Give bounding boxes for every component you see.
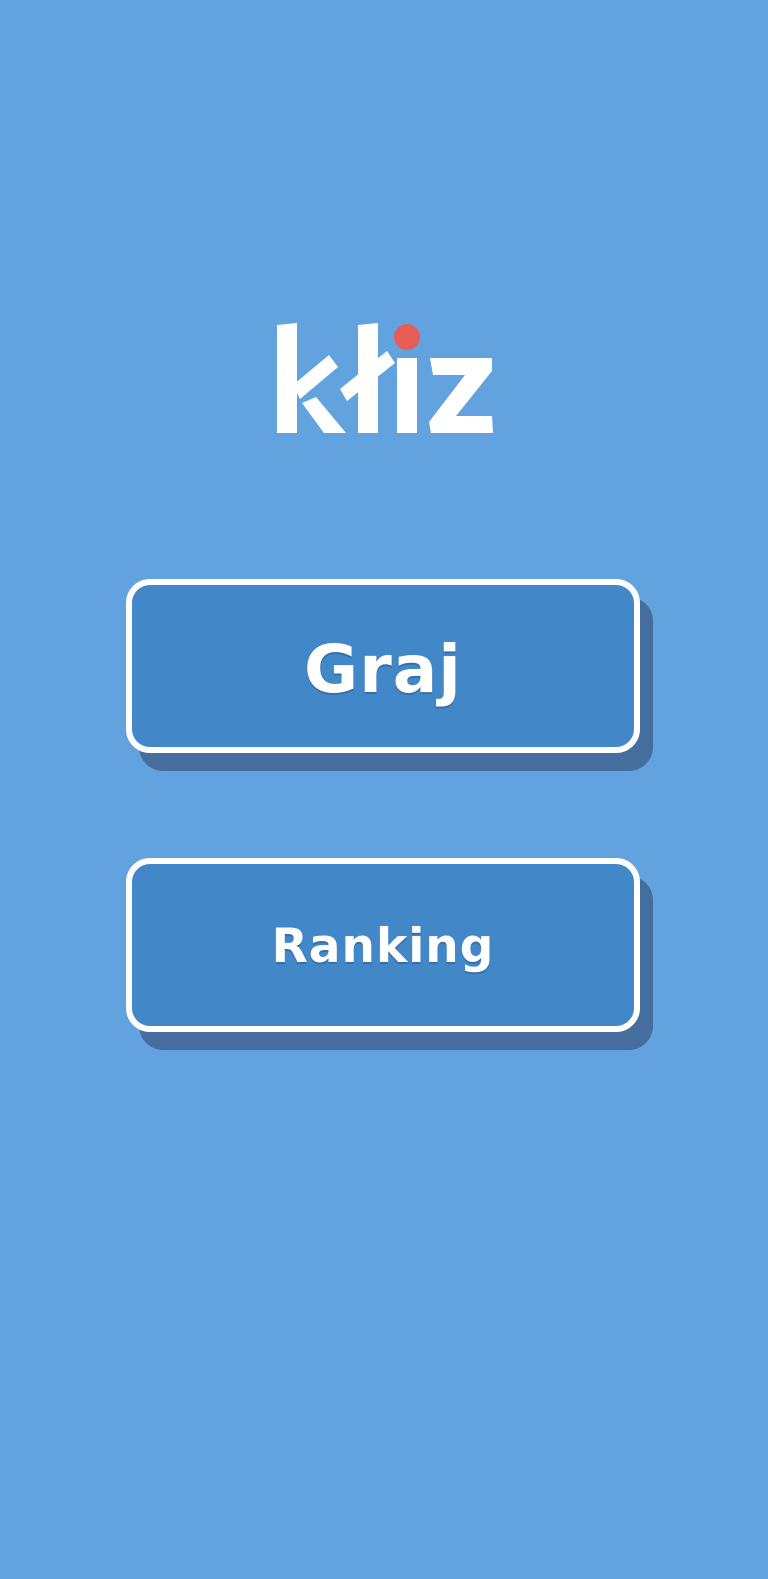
- play-button-label: Graj: [304, 631, 462, 708]
- logo-graphic: [277, 323, 493, 433]
- ranking-button[interactable]: Ranking: [126, 858, 640, 1032]
- play-button[interactable]: Graj: [126, 579, 640, 753]
- app-logo: [276, 323, 498, 437]
- ranking-button-label: Ranking: [271, 918, 495, 974]
